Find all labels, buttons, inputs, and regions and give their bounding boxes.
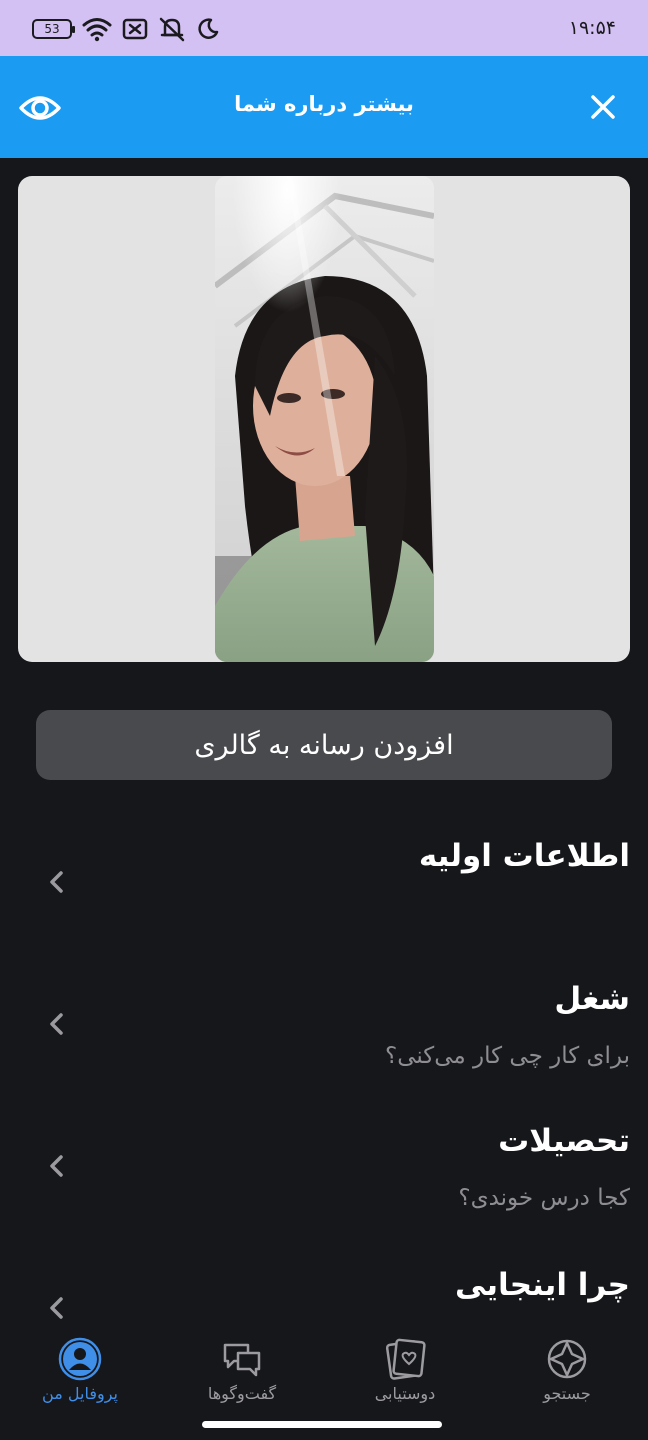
section-job[interactable]: شغل برای کار چی کار می‌کنی؟ xyxy=(0,981,648,1091)
chat-bubbles-icon xyxy=(223,1343,261,1377)
nav-item-search[interactable]: جستجو xyxy=(497,1329,637,1413)
section-subtitle: برای کار چی کار می‌کنی؟ xyxy=(384,1043,630,1069)
chevron-left-icon xyxy=(50,871,63,893)
wifi-icon xyxy=(82,18,112,42)
section-title: تحصیلات xyxy=(498,1123,630,1159)
status-icons: 53 xyxy=(32,14,220,44)
section-title: اطلاعات اولیه xyxy=(418,838,630,874)
dating-cards-icon xyxy=(385,1338,426,1380)
nav-item-profile[interactable]: پروفایل من xyxy=(10,1329,150,1413)
moon-icon xyxy=(198,18,219,39)
compass-icon xyxy=(547,1339,587,1379)
chevron-left-icon xyxy=(50,1297,63,1319)
nav-item-chats[interactable]: گفت‌وگوها xyxy=(172,1329,312,1413)
section-why-here[interactable]: چرا اینجایی xyxy=(0,1267,648,1329)
chevron-left-icon xyxy=(50,1013,63,1035)
gallery-photo-card[interactable] xyxy=(18,176,630,662)
section-subtitle: کجا درس خوندی؟ xyxy=(458,1185,630,1211)
no-sim-icon xyxy=(122,18,148,40)
profile-icon xyxy=(58,1337,102,1381)
chevron-left-icon xyxy=(50,1155,63,1177)
nav-item-dating[interactable]: دوستیابی xyxy=(335,1329,475,1413)
mute-icon xyxy=(159,17,185,42)
page-title: بیشتر درباره شما xyxy=(234,92,414,116)
nav-label: دوستیابی xyxy=(374,1384,436,1403)
section-basic-info[interactable]: اطلاعات اولیه xyxy=(0,838,648,928)
nav-label: جستجو xyxy=(543,1384,591,1403)
section-title: چرا اینجایی xyxy=(455,1267,630,1303)
close-icon[interactable] xyxy=(586,90,620,124)
nav-label: پروفایل من xyxy=(42,1384,118,1403)
status-bar: 53 ۱۹:۵۴ xyxy=(0,0,648,56)
home-indicator[interactable] xyxy=(202,1421,442,1428)
status-time: ۱۹:۵۴ xyxy=(568,17,616,39)
section-title: شغل xyxy=(554,981,630,1017)
section-education[interactable]: تحصیلات کجا درس خوندی؟ xyxy=(0,1123,648,1233)
add-media-button[interactable]: افزودن رسانه به گالری xyxy=(36,710,612,780)
profile-photo[interactable] xyxy=(215,176,434,662)
nav-label: گفت‌وگوها xyxy=(207,1384,277,1403)
battery-level: 53 xyxy=(44,22,60,36)
app-bar: بیشتر درباره شما xyxy=(0,56,648,158)
battery-icon: 53 xyxy=(32,19,75,39)
